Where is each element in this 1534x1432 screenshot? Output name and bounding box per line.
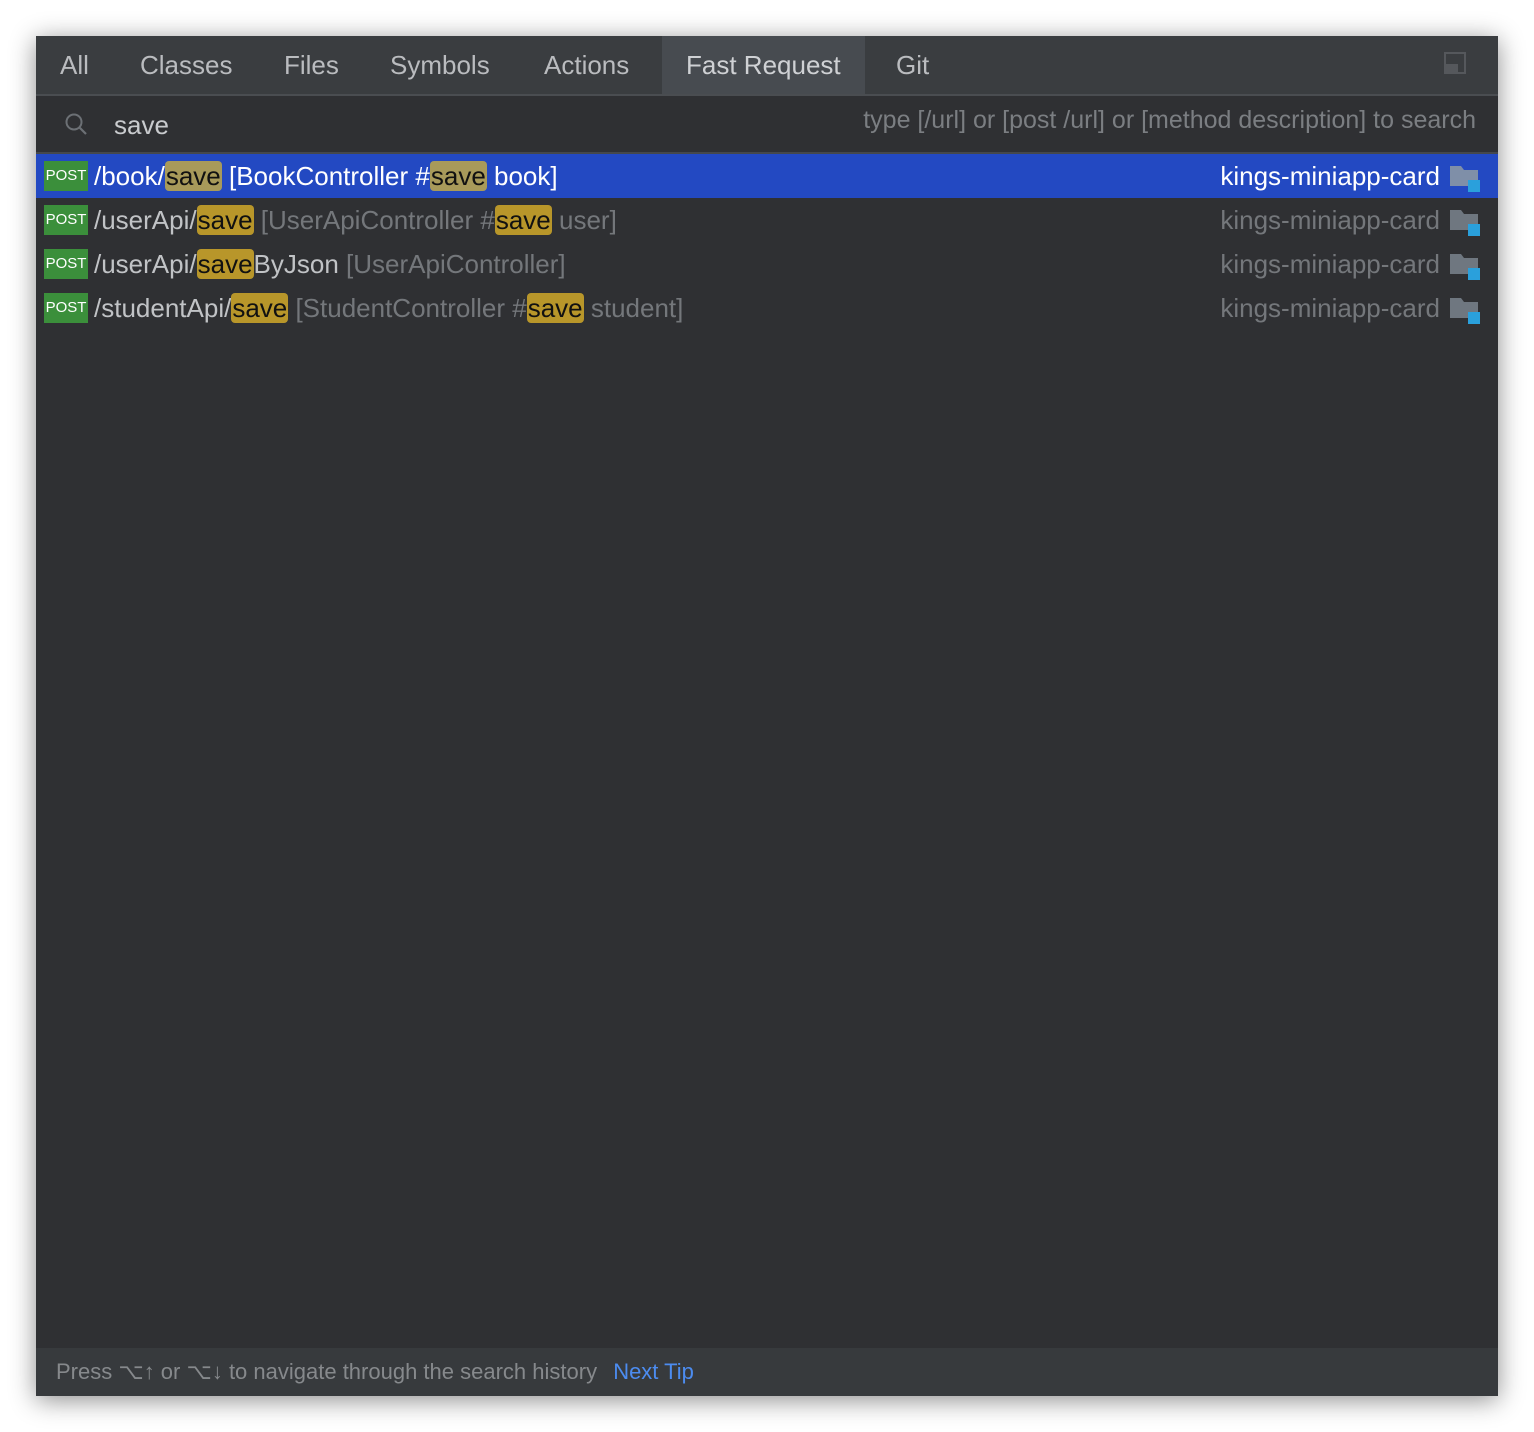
post-method-badge: POST [44, 205, 88, 235]
path-prefix: /userApi/ [94, 249, 197, 279]
search-input[interactable] [112, 104, 716, 146]
path-match-highlight: save [196, 205, 254, 235]
description-match-highlight: save [526, 293, 584, 323]
path-prefix: /book/ [94, 161, 165, 191]
module-folder-icon [1450, 298, 1480, 324]
module-name: kings-miniapp-card [1220, 293, 1440, 323]
description-open: [UserApiController # [253, 205, 495, 235]
path-match-highlight: save [164, 161, 222, 191]
path-match-highlight: save [231, 293, 289, 323]
tab-classes[interactable]: Classes [116, 36, 256, 94]
path-match-highlight: save [196, 249, 254, 279]
description-close: student] [583, 293, 684, 323]
result-row[interactable]: POST /studentApi/save [StudentController… [36, 286, 1498, 330]
module-folder-icon [1450, 210, 1480, 236]
path-prefix: /userApi/ [94, 205, 197, 235]
result-text: /userApi/saveByJson [UserApiController] [94, 242, 566, 286]
module-name: kings-miniapp-card [1220, 205, 1440, 235]
post-method-badge: POST [44, 293, 88, 323]
search-icon [65, 113, 87, 135]
result-row[interactable]: POST /userApi/save [UserApiController #s… [36, 198, 1498, 242]
search-hint: type [/url] or [post /url] or [method de… [863, 106, 1476, 134]
next-tip-link[interactable]: Next Tip [613, 1359, 694, 1384]
path-suffix: ByJson [253, 249, 339, 279]
result-row[interactable]: POST /userApi/saveByJson [UserApiControl… [36, 242, 1498, 286]
description-match-highlight: save [429, 161, 487, 191]
tab-actions[interactable]: Actions [520, 36, 653, 94]
description-close: book] [486, 161, 558, 191]
description-open: [StudentController # [288, 293, 527, 323]
footer-tip-text: Press ⌥↑ or ⌥↓ to navigate through the s… [56, 1359, 598, 1384]
results-list: POST /book/save [BookController #save bo… [36, 154, 1498, 330]
footer-tip-bar: Press ⌥↑ or ⌥↓ to navigate through the s… [36, 1348, 1498, 1396]
path-prefix: /studentApi/ [94, 293, 232, 323]
module-name: kings-miniapp-card [1220, 249, 1440, 279]
search-everywhere-popup: All Classes Files Symbols Actions Fast R… [36, 36, 1498, 1396]
module-folder-icon [1450, 166, 1480, 192]
description-open: [UserApiController] [338, 249, 566, 279]
tab-bar: All Classes Files Symbols Actions Fast R… [36, 36, 1498, 96]
post-method-badge: POST [44, 249, 88, 279]
tab-fast-request[interactable]: Fast Request [662, 36, 865, 94]
result-text: /studentApi/save [StudentController #sav… [94, 286, 683, 330]
description-close: user] [551, 205, 617, 235]
open-in-window-icon[interactable] [1444, 52, 1466, 74]
search-bar: type [/url] or [post /url] or [method de… [36, 96, 1498, 154]
description-match-highlight: save [494, 205, 552, 235]
post-method-badge: POST [44, 161, 88, 191]
tab-all[interactable]: All [36, 36, 113, 94]
tab-symbols[interactable]: Symbols [366, 36, 514, 94]
module-folder-icon [1450, 254, 1480, 280]
tab-files[interactable]: Files [260, 36, 363, 94]
description-open: [BookController # [221, 161, 430, 191]
result-row[interactable]: POST /book/save [BookController #save bo… [36, 154, 1498, 198]
module-name: kings-miniapp-card [1220, 161, 1440, 191]
result-text: /book/save [BookController #save book] [94, 154, 558, 198]
tab-git[interactable]: Git [872, 36, 953, 94]
result-text: /userApi/save [UserApiController #save u… [94, 198, 617, 242]
